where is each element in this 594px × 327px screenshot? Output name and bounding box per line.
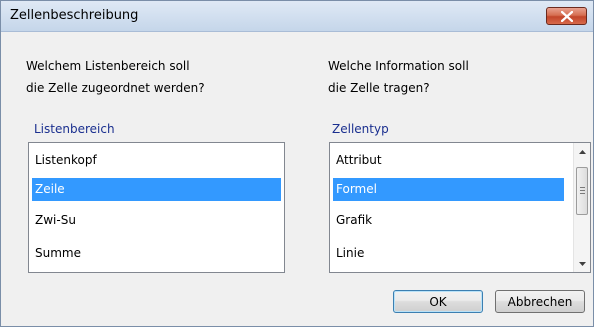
list-item-linie[interactable]: Linie	[333, 242, 569, 265]
right-question-line1: Welche Information soll	[328, 59, 469, 73]
title-bar[interactable]: Zellenbeschreibung	[1, 1, 593, 32]
left-question-line2: die Zelle zugeordnet werden?	[26, 81, 205, 95]
zellentyp-listbox[interactable]: Attribut Formel Grafik Linie	[329, 142, 591, 273]
grip-line	[580, 190, 585, 191]
arrow-up-icon	[579, 149, 586, 154]
arrow-down-icon	[579, 261, 586, 266]
list-item-listenkopf[interactable]: Listenkopf	[32, 149, 281, 172]
list-item-zwi-su[interactable]: Zwi-Su	[32, 209, 281, 232]
scroll-thumb[interactable]	[576, 167, 588, 215]
grip-line	[580, 193, 585, 194]
list-item-formel[interactable]: Formel	[333, 178, 564, 201]
dialog-window: Zellenbeschreibung Welchem Listenbereich…	[0, 0, 594, 327]
zellentyp-label: Zellentyp	[332, 122, 389, 136]
close-button[interactable]	[546, 7, 587, 25]
scroll-up-button[interactable]	[574, 143, 590, 160]
list-item-zeile[interactable]: Zeile	[32, 178, 281, 201]
list-item-attribut[interactable]: Attribut	[333, 149, 569, 172]
listenbereich-label: Listenbereich	[34, 122, 115, 136]
cancel-button[interactable]: Abbrechen	[495, 290, 585, 313]
list-item-grafik[interactable]: Grafik	[333, 209, 569, 232]
grip-line	[580, 187, 585, 188]
close-icon	[561, 11, 573, 22]
left-question-line1: Welchem Listenbereich soll	[26, 59, 190, 73]
right-question: Welche Information soll die Zelle tragen…	[328, 55, 469, 99]
left-question: Welchem Listenbereich soll die Zelle zug…	[26, 55, 205, 99]
listenbereich-listbox[interactable]: Listenkopf Zeile Zwi-Su Summe	[28, 142, 285, 273]
right-question-line2: die Zelle tragen?	[328, 81, 430, 95]
ok-button[interactable]: OK	[393, 290, 483, 313]
list-item-summe[interactable]: Summe	[32, 242, 281, 265]
zellentyp-scrollbar[interactable]	[573, 143, 590, 272]
dialog-title: Zellenbeschreibung	[10, 8, 139, 23]
scroll-down-button[interactable]	[574, 255, 590, 272]
